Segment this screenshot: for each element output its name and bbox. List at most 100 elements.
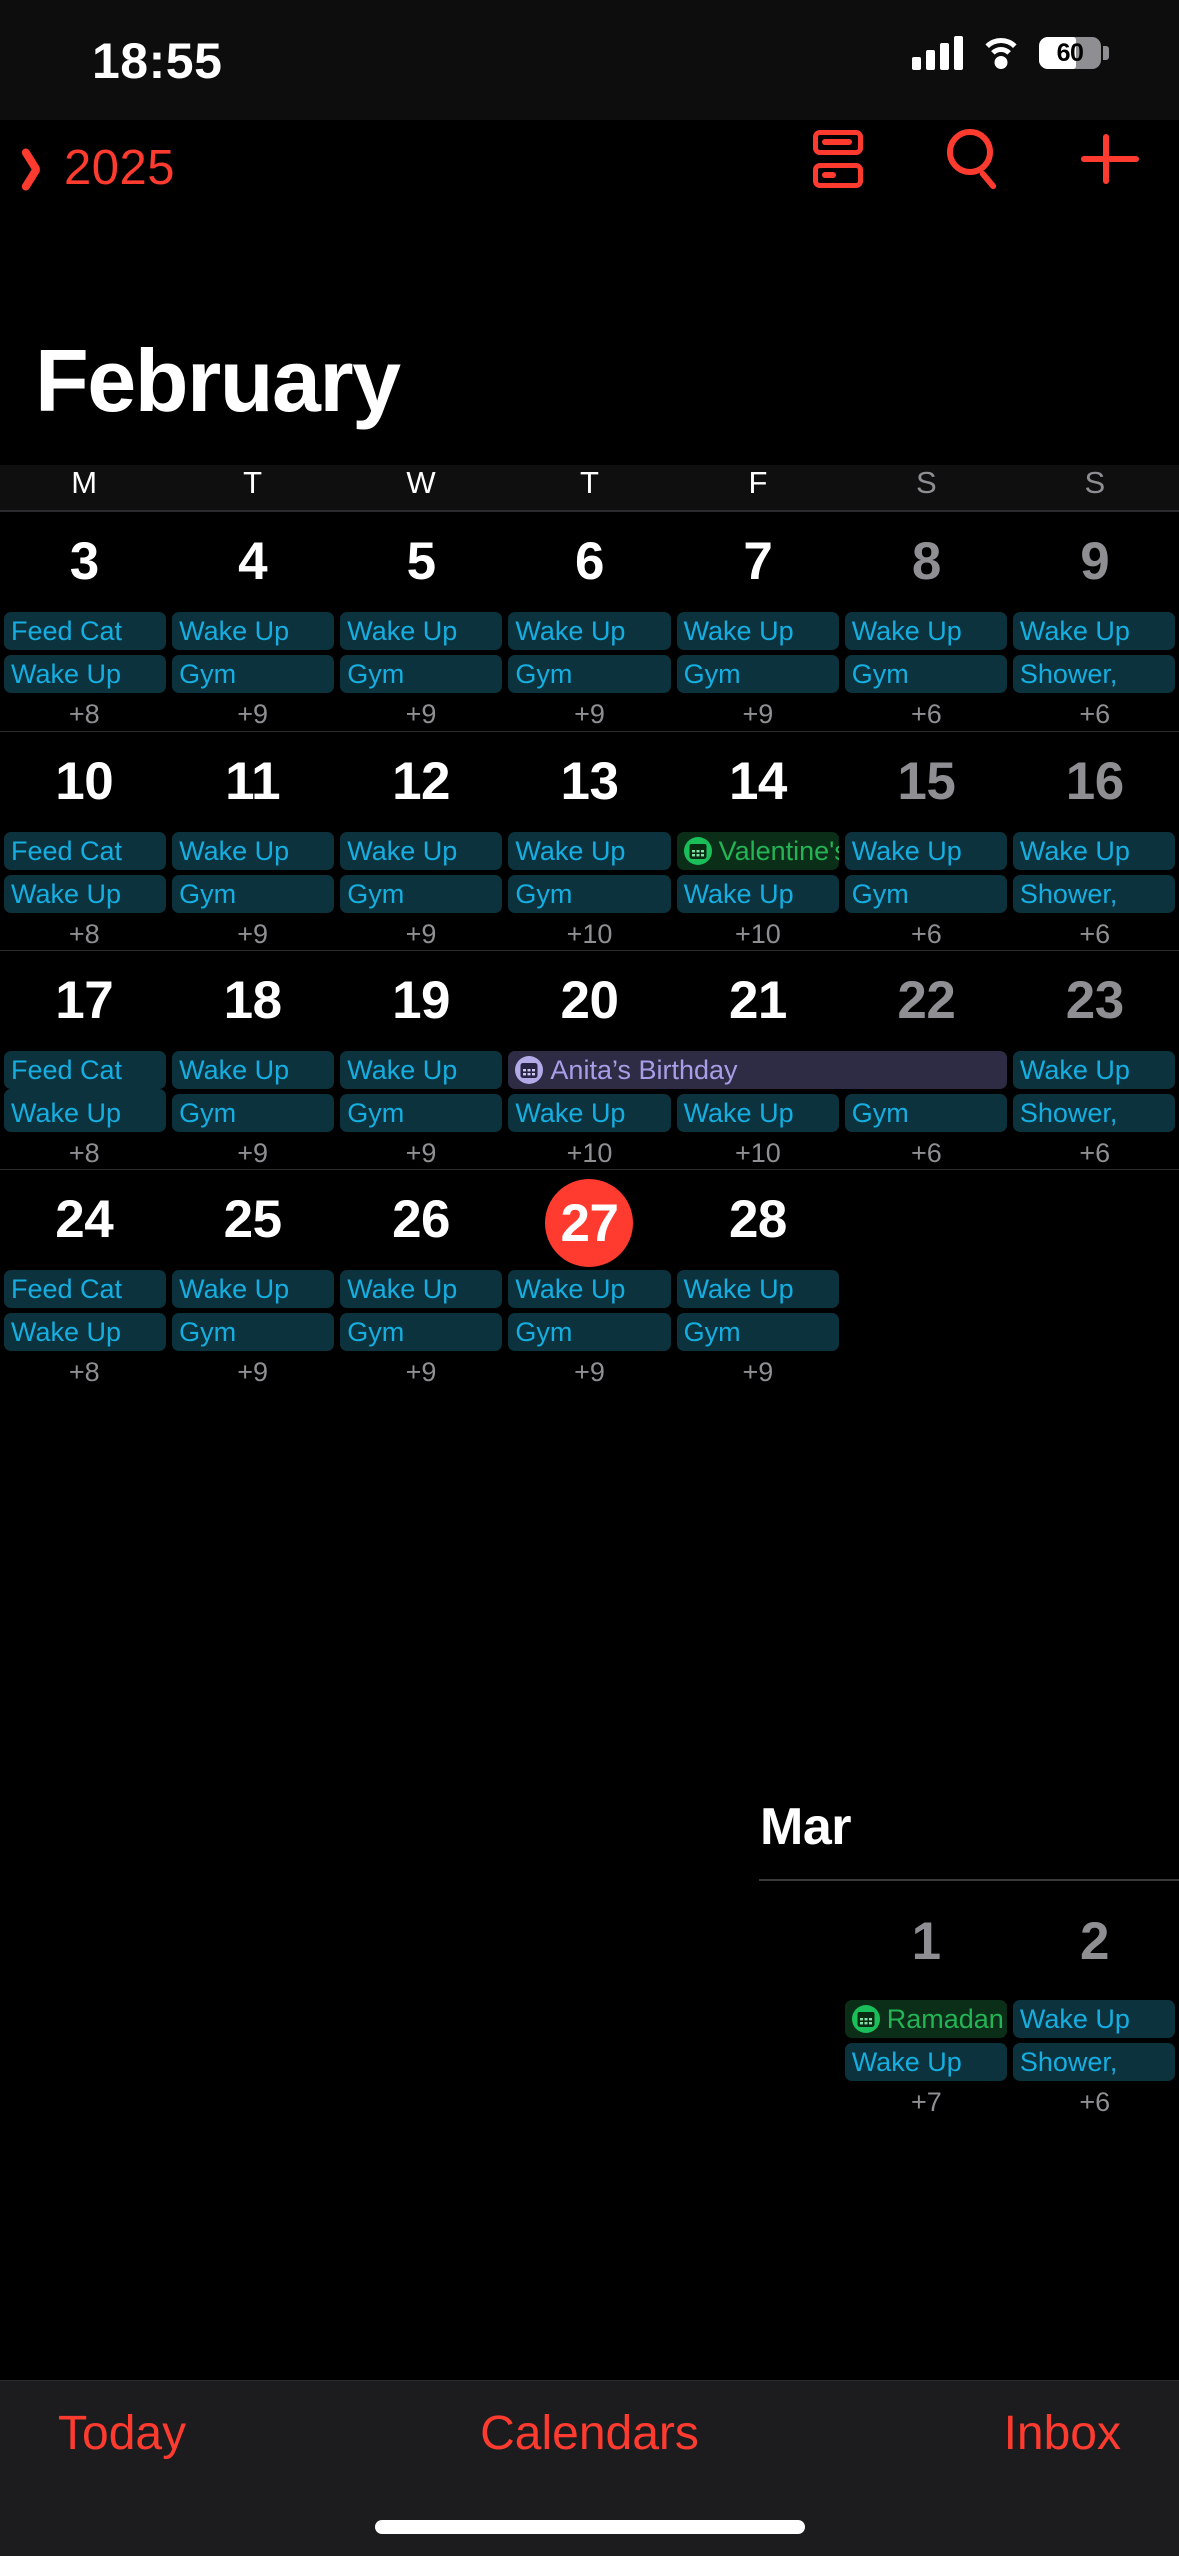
- event-chip[interactable]: Wake Up: [676, 1094, 839, 1132]
- overflow-count[interactable]: +9: [337, 1356, 505, 1388]
- event-chip[interactable]: Wake Up: [172, 1051, 335, 1089]
- add-event-icon[interactable]: [1077, 126, 1143, 192]
- overflow-count[interactable]: +9: [674, 698, 842, 730]
- event-chip[interactable]: Gym: [508, 1313, 671, 1351]
- event-chip[interactable]: Wake Up: [340, 1051, 503, 1089]
- day-cell-today[interactable]: 27: [505, 1170, 673, 1270]
- overflow-count[interactable]: +10: [674, 1137, 842, 1169]
- day-cell[interactable]: 15: [842, 732, 1010, 832]
- event-chip[interactable]: Wake Up: [340, 832, 503, 870]
- day-cell[interactable]: 8: [842, 512, 1010, 612]
- event-chip[interactable]: Anita’s Birthday: [508, 1051, 1007, 1089]
- event-chip[interactable]: Wake Up: [172, 1270, 335, 1308]
- event-chip[interactable]: Gym: [172, 1313, 335, 1351]
- event-chip[interactable]: Feed Cat: [4, 612, 167, 650]
- overflow-count[interactable]: +6: [842, 698, 1010, 730]
- today-button[interactable]: Today: [0, 2406, 412, 2461]
- day-cell[interactable]: 26: [337, 1170, 505, 1270]
- event-chip[interactable]: Gym: [340, 1094, 503, 1132]
- event-chip[interactable]: Wake Up: [676, 875, 839, 913]
- list-view-icon[interactable]: [805, 126, 871, 192]
- back-to-year-button[interactable]: 2025: [20, 128, 185, 208]
- event-chip[interactable]: Wake Up: [1012, 832, 1175, 870]
- day-cell[interactable]: 22: [842, 951, 1010, 1051]
- overflow-count[interactable]: +8: [0, 1356, 168, 1388]
- overflow-count[interactable]: +7: [842, 2086, 1010, 2118]
- day-cell[interactable]: 3: [0, 512, 168, 612]
- event-chip[interactable]: Wake Up: [4, 875, 167, 913]
- day-cell[interactable]: 24: [0, 1170, 168, 1270]
- calendars-button[interactable]: Calendars: [412, 2406, 766, 2461]
- day-cell[interactable]: 19: [337, 951, 505, 1051]
- event-chip[interactable]: Gym: [508, 875, 671, 913]
- event-chip[interactable]: Wake Up: [340, 612, 503, 650]
- event-chip[interactable]: Wake Up: [172, 832, 335, 870]
- overflow-count[interactable]: +9: [505, 698, 673, 730]
- overflow-count[interactable]: +9: [337, 698, 505, 730]
- overflow-count[interactable]: +6: [1011, 698, 1179, 730]
- event-chip[interactable]: Wake Up: [844, 2043, 1007, 2081]
- day-cell[interactable]: 28: [674, 1170, 842, 1270]
- event-chip[interactable]: Wake Up: [4, 1094, 167, 1132]
- event-chip[interactable]: Wake Up: [508, 1270, 671, 1308]
- overflow-count[interactable]: +9: [168, 1356, 336, 1388]
- event-chip[interactable]: Wake Up: [508, 1094, 671, 1132]
- event-chip[interactable]: Wake Up: [508, 832, 671, 870]
- event-chip[interactable]: Feed Cat: [4, 1270, 167, 1308]
- event-chip[interactable]: Wake Up: [1012, 1051, 1175, 1089]
- event-chip[interactable]: Gym: [844, 1094, 1007, 1132]
- next-month-day-cell[interactable]: 1: [842, 1892, 1010, 1992]
- overflow-count[interactable]: +6: [1011, 1137, 1179, 1169]
- day-cell[interactable]: 17: [0, 951, 168, 1051]
- overflow-count[interactable]: +10: [505, 1137, 673, 1169]
- overflow-count[interactable]: +8: [0, 1137, 168, 1169]
- event-chip[interactable]: Feed Cat: [4, 832, 167, 870]
- overflow-count[interactable]: +10: [505, 918, 673, 950]
- day-cell[interactable]: 13: [505, 732, 673, 832]
- event-chip[interactable]: Wake Up: [676, 612, 839, 650]
- event-chip[interactable]: Gym: [172, 1094, 335, 1132]
- event-chip[interactable]: Wake Up: [1012, 2000, 1175, 2038]
- event-chip[interactable]: Feed Cat: [4, 1051, 167, 1089]
- event-chip[interactable]: Gym: [844, 655, 1007, 693]
- day-cell[interactable]: 16: [1011, 732, 1179, 832]
- overflow-count[interactable]: +9: [674, 1356, 842, 1388]
- event-chip[interactable]: Wake Up: [172, 612, 335, 650]
- day-cell[interactable]: 4: [168, 512, 336, 612]
- event-chip[interactable]: Shower,: [1012, 875, 1175, 913]
- day-cell[interactable]: 5: [337, 512, 505, 612]
- overflow-count[interactable]: +10: [674, 918, 842, 950]
- event-chip[interactable]: Gym: [340, 655, 503, 693]
- event-chip[interactable]: Valentine's Day: [676, 832, 839, 870]
- overflow-count[interactable]: +6: [1011, 2086, 1179, 2118]
- overflow-count[interactable]: +9: [168, 698, 336, 730]
- event-chip[interactable]: Wake Up: [676, 1270, 839, 1308]
- overflow-count[interactable]: +9: [168, 918, 336, 950]
- event-chip[interactable]: Shower,: [1012, 1094, 1175, 1132]
- search-icon[interactable]: [941, 126, 1007, 192]
- day-cell[interactable]: 7: [674, 512, 842, 612]
- overflow-count[interactable]: +6: [842, 918, 1010, 950]
- next-month-day-cell[interactable]: 2: [1011, 1892, 1179, 1992]
- day-cell[interactable]: 20: [505, 951, 673, 1051]
- day-cell[interactable]: 18: [168, 951, 336, 1051]
- event-chip[interactable]: Gym: [676, 655, 839, 693]
- event-chip[interactable]: Gym: [844, 875, 1007, 913]
- event-chip[interactable]: Wake Up: [844, 612, 1007, 650]
- inbox-button[interactable]: Inbox: [767, 2406, 1179, 2461]
- event-chip[interactable]: Gym: [172, 655, 335, 693]
- event-chip[interactable]: Wake Up: [1012, 612, 1175, 650]
- day-cell[interactable]: 11: [168, 732, 336, 832]
- overflow-count[interactable]: +8: [0, 918, 168, 950]
- overflow-count[interactable]: +8: [0, 698, 168, 730]
- event-chip[interactable]: Gym: [676, 1313, 839, 1351]
- event-chip[interactable]: Wake Up: [4, 1313, 167, 1351]
- event-chip[interactable]: Shower,: [1012, 2043, 1175, 2081]
- event-chip[interactable]: Gym: [508, 655, 671, 693]
- day-cell[interactable]: 12: [337, 732, 505, 832]
- event-chip[interactable]: Gym: [340, 1313, 503, 1351]
- day-cell[interactable]: 21: [674, 951, 842, 1051]
- day-cell[interactable]: 10: [0, 732, 168, 832]
- day-cell[interactable]: 9: [1011, 512, 1179, 612]
- event-chip[interactable]: Wake Up: [340, 1270, 503, 1308]
